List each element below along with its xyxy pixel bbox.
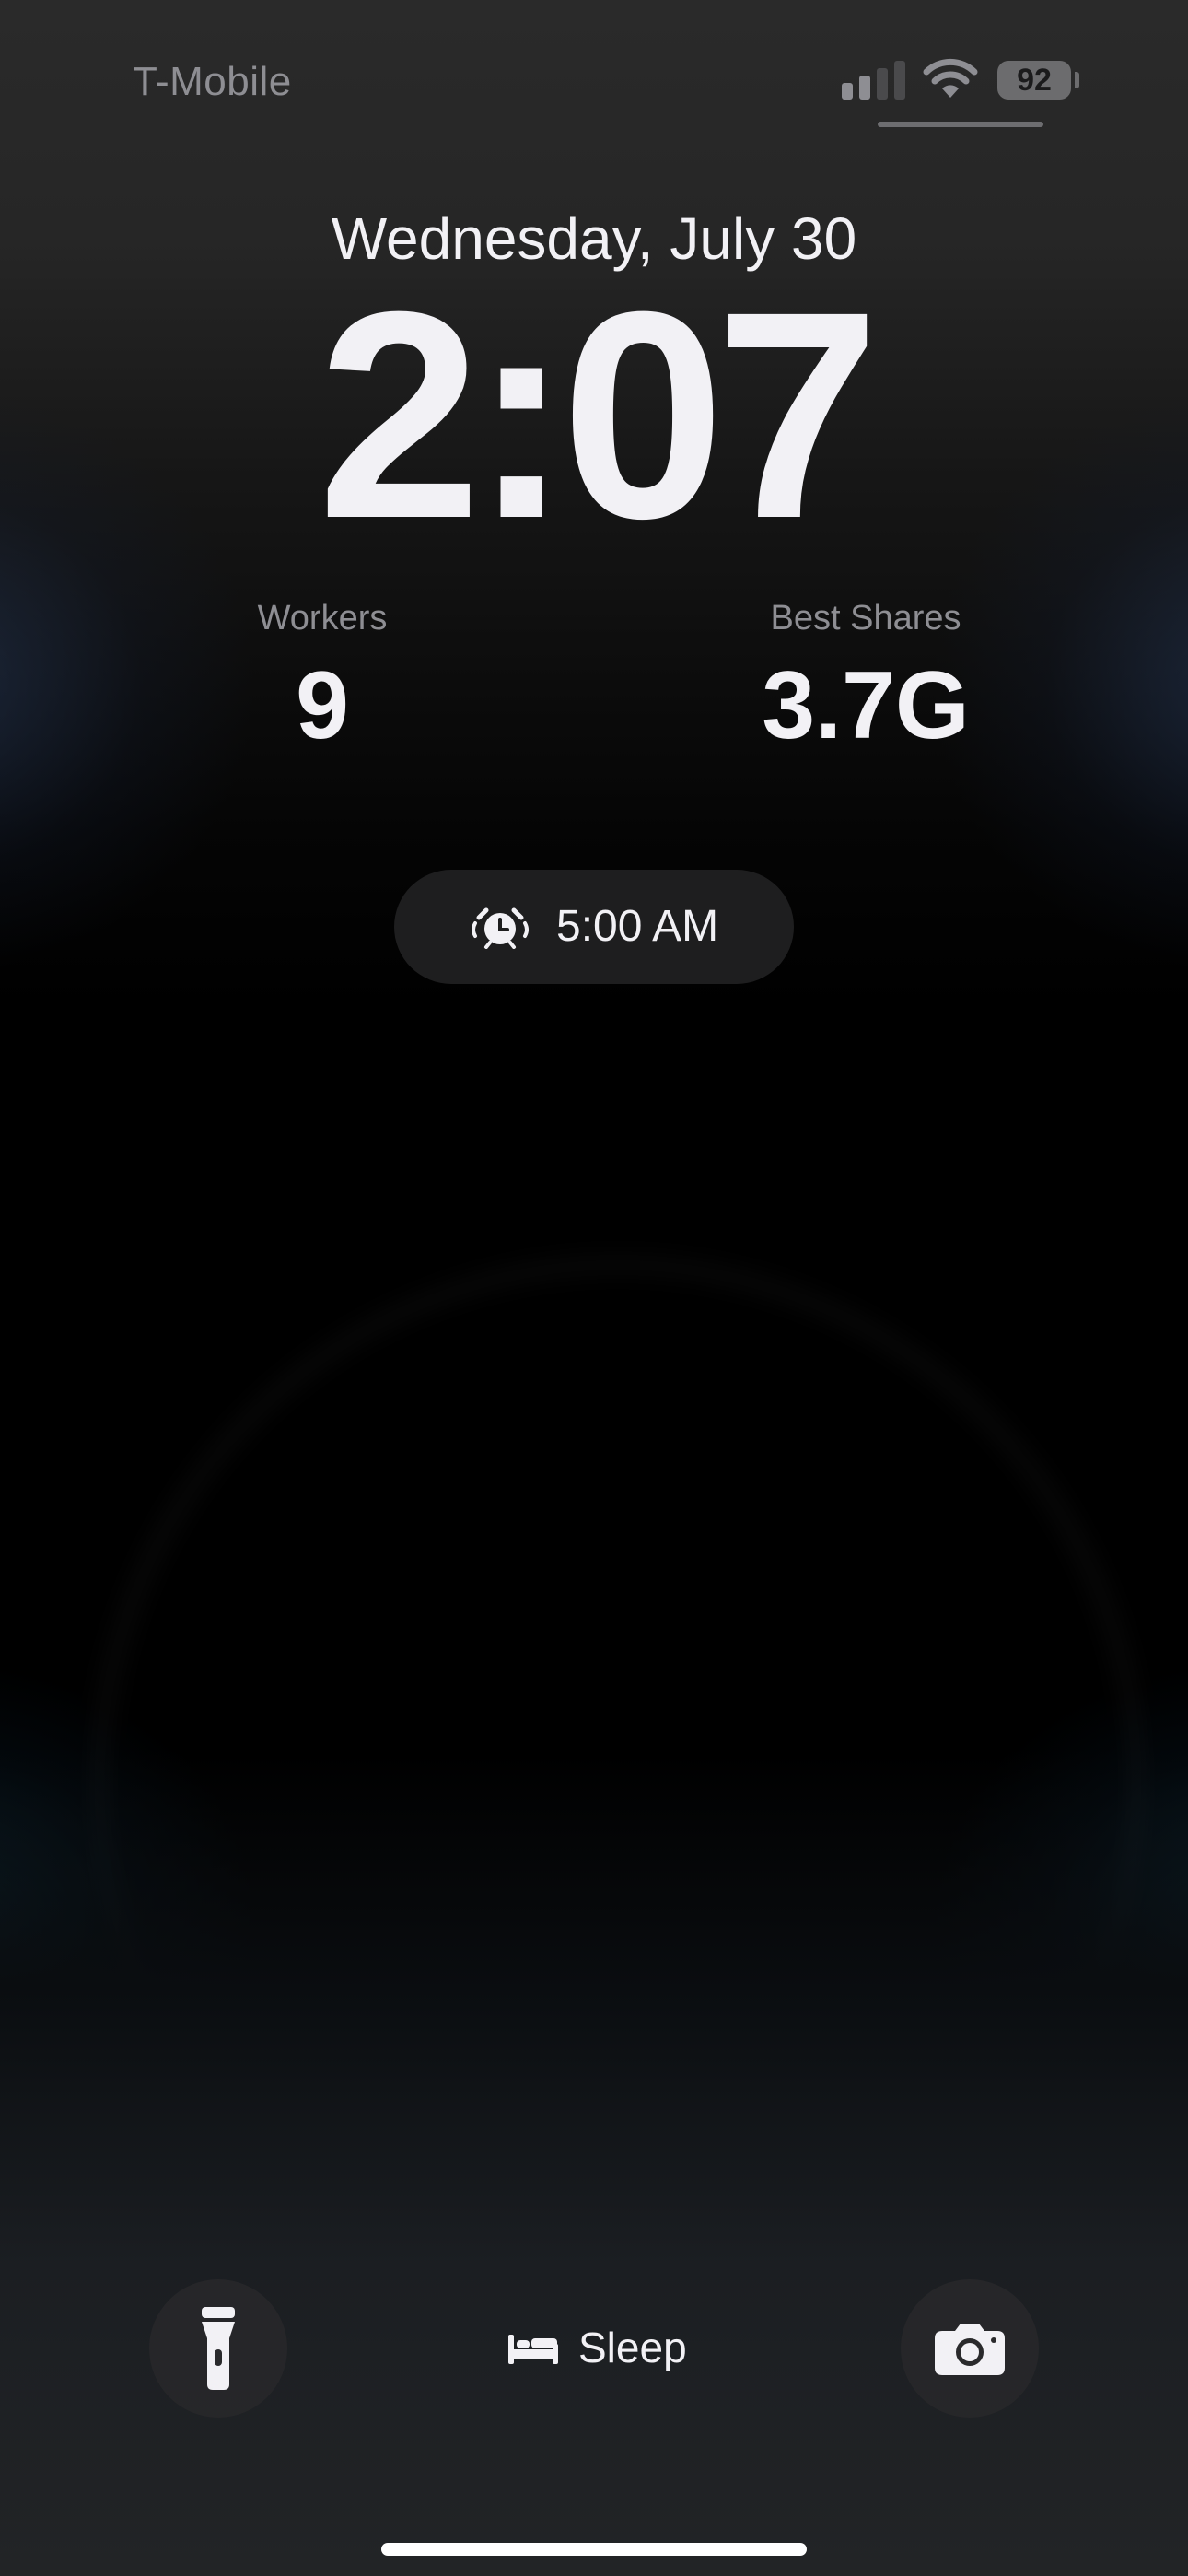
bed-icon — [508, 2335, 558, 2364]
camera-icon — [935, 2324, 1005, 2375]
flashlight-button[interactable] — [149, 2279, 287, 2418]
widget-best-shares-label: Best Shares — [770, 599, 961, 638]
lock-screen: T-Mobile 92 Wednesday, July 30 2:07 Work… — [0, 0, 1188, 2576]
wallpaper-bottom — [0, 1751, 1188, 2576]
alarm-time: 5:00 AM — [556, 902, 719, 951]
widget-workers-value: 9 — [296, 652, 349, 759]
wifi-icon — [923, 58, 978, 98]
widget-best-shares[interactable]: Best Shares 3.7G — [700, 599, 1031, 761]
sleep-label: Sleep — [578, 2324, 687, 2371]
widget-workers-label: Workers — [257, 599, 388, 638]
home-indicator[interactable] — [381, 2543, 807, 2556]
battery-cap — [1075, 72, 1079, 88]
camera-button[interactable] — [901, 2279, 1039, 2418]
alarm-clock-icon — [472, 907, 529, 949]
alarm-widget[interactable]: 5:00 AM — [394, 870, 794, 984]
battery-icon: 92 — [997, 61, 1071, 100]
widget-workers[interactable]: Workers 9 — [157, 599, 488, 761]
lock-clock: 2:07 — [317, 250, 879, 580]
status-indicator-bar — [878, 122, 1043, 127]
widget-best-shares-value: 3.7G — [762, 652, 970, 759]
carrier-label: T-Mobile — [133, 59, 292, 104]
battery-percent: 92 — [1017, 63, 1052, 98]
flashlight-icon — [202, 2307, 235, 2390]
cellular-signal-icon — [842, 61, 906, 100]
